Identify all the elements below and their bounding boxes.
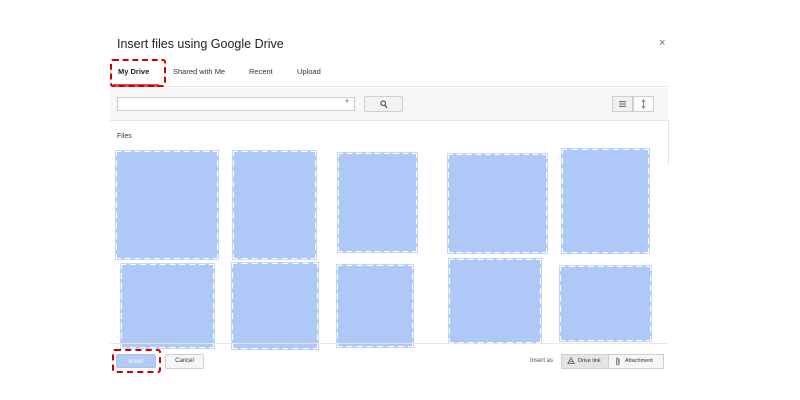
file-tile[interactable] (448, 258, 542, 344)
list-view-icon (619, 101, 626, 107)
search-button[interactable] (364, 96, 403, 112)
sort-button[interactable] (633, 96, 654, 112)
file-tile[interactable] (232, 150, 317, 260)
drive-link-button[interactable]: Drive link (561, 354, 609, 369)
file-tile[interactable] (559, 265, 652, 342)
attachment-label: Attachment (625, 358, 653, 364)
insert-highlight (112, 349, 161, 373)
tab-upload[interactable]: Upload (297, 67, 321, 76)
cancel-button[interactable]: Cancel (165, 354, 204, 369)
tab-shared-with-me[interactable]: Shared with Me (173, 67, 225, 76)
attachment-button[interactable]: Attachment (609, 354, 664, 369)
drive-link-icon (567, 357, 575, 365)
file-tile[interactable] (231, 262, 319, 350)
list-view-button[interactable] (612, 96, 633, 112)
my-drive-highlight (110, 59, 166, 87)
file-tile[interactable] (337, 152, 418, 253)
close-icon[interactable]: × (659, 37, 665, 49)
file-tile[interactable] (561, 148, 650, 254)
content-divider (668, 120, 669, 166)
search-icon (380, 100, 388, 109)
sort-icon (641, 99, 646, 109)
file-tile[interactable] (115, 150, 219, 260)
file-tile[interactable] (120, 263, 215, 349)
tab-recent[interactable]: Recent (249, 67, 273, 76)
tab-divider (110, 86, 668, 87)
footer-divider (110, 343, 668, 344)
search-input[interactable] (117, 97, 355, 111)
drive-link-label: Drive link (578, 358, 601, 364)
files-section-label: Files (117, 133, 132, 140)
file-tile[interactable] (336, 264, 414, 348)
file-tile[interactable] (447, 153, 548, 254)
dialog-title: Insert files using Google Drive (117, 37, 284, 51)
chevron-down-icon[interactable]: ▼ (344, 99, 350, 105)
paperclip-icon (616, 357, 620, 366)
insert-as-label: Insert as (530, 358, 554, 364)
